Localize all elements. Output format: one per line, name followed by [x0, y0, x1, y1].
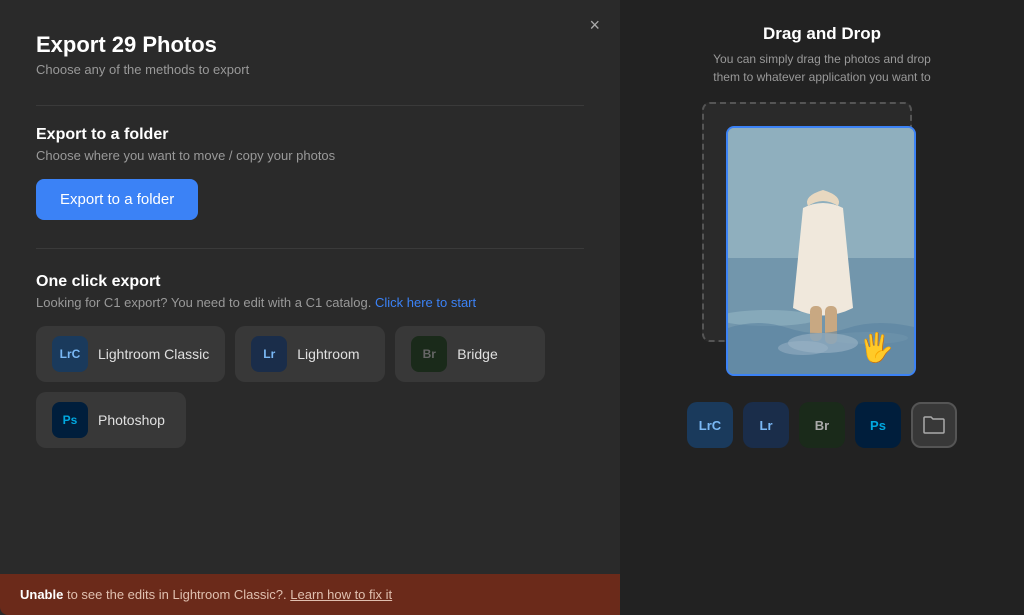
warning-link[interactable]: Learn how to fix it [290, 587, 392, 602]
ps-label: Photoshop [98, 412, 165, 428]
close-icon: × [589, 15, 600, 35]
lr-label: Lightroom [297, 346, 359, 362]
photoshop-button[interactable]: Ps Photoshop [36, 392, 186, 448]
section-divider-1 [36, 105, 584, 106]
export-folder-desc: Choose where you want to move / copy you… [36, 148, 584, 163]
drag-drop-desc: You can simply drag the photos and drop … [712, 50, 932, 86]
left-panel: × Export 29 Photos Choose any of the met… [0, 0, 620, 615]
lrc-icon: LrC [52, 336, 88, 372]
lrc-label: Lightroom Classic [98, 346, 209, 362]
dialog-subtitle: Choose any of the methods to export [36, 62, 584, 77]
close-button[interactable]: × [589, 16, 600, 34]
lr-icon: Lr [251, 336, 287, 372]
dialog-title: Export 29 Photos [36, 32, 584, 58]
export-folder-title: Export to a folder [36, 126, 584, 144]
right-panel: Drag and Drop You can simply drag the ph… [620, 0, 1024, 615]
c1-catalog-link[interactable]: Click here to start [375, 295, 476, 310]
one-click-desc: Looking for C1 export? You need to edit … [36, 295, 584, 310]
br-icon: Br [411, 336, 447, 372]
bottom-lrc-icon: LrC [687, 402, 733, 448]
drag-drop-title: Drag and Drop [763, 24, 881, 44]
photo-preview: 🖐 [726, 126, 916, 376]
export-folder-section: Export to a folder Choose where you want… [36, 126, 584, 248]
photo-content: 🖐 [728, 128, 914, 374]
export-folder-button[interactable]: Export to a folder [36, 179, 198, 220]
app-grid: LrC Lightroom Classic Lr Lightroom Br Br… [36, 326, 584, 448]
cursor-hand-icon: 🖐 [859, 331, 894, 364]
section-divider-2 [36, 248, 584, 249]
photo-drop-area[interactable]: 🖐 [702, 102, 942, 382]
bottom-folder-icon [911, 402, 957, 448]
bottom-lr-icon: Lr [743, 402, 789, 448]
bottom-br-icon: Br [799, 402, 845, 448]
warning-bold: Unable [20, 587, 63, 602]
one-click-title: One click export [36, 273, 584, 291]
one-click-section: One click export Looking for C1 export? … [36, 273, 584, 448]
bottom-ps-icon: Ps [855, 402, 901, 448]
ps-icon: Ps [52, 402, 88, 438]
br-label: Bridge [457, 346, 497, 362]
bottom-icons: LrC Lr Br Ps [687, 402, 957, 448]
lightroom-button[interactable]: Lr Lightroom [235, 326, 385, 382]
lightroom-classic-button[interactable]: LrC Lightroom Classic [36, 326, 225, 382]
bridge-button[interactable]: Br Bridge [395, 326, 545, 382]
warning-bar: Unable to see the edits in Lightroom Cla… [0, 574, 620, 615]
warning-text: to see the edits in Lightroom Classic?. [63, 587, 286, 602]
